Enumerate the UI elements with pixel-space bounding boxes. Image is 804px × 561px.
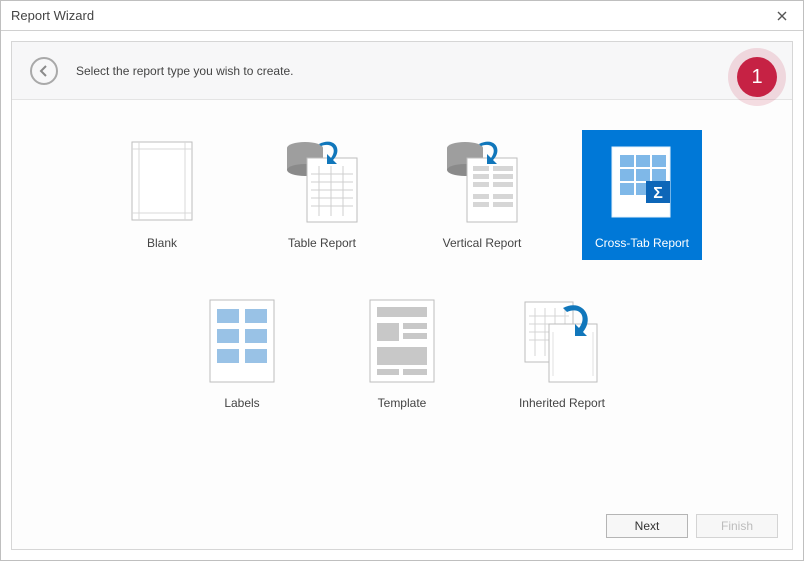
page-subtitle: Select the report type you wish to creat… (76, 64, 293, 78)
vertical-report-icon (427, 136, 537, 226)
tile-template[interactable]: Template (342, 290, 462, 420)
tile-label: Cross-Tab Report (595, 236, 689, 250)
back-button[interactable] (30, 57, 58, 85)
tile-label: Vertical Report (443, 236, 522, 250)
tile-label: Labels (224, 396, 259, 410)
tile-row-1: Blank (52, 130, 752, 260)
tile-label: Template (378, 396, 427, 410)
template-icon (347, 296, 457, 386)
annotation-badge: 1 (728, 48, 786, 106)
arrow-left-icon (37, 64, 51, 78)
inherited-report-icon (507, 296, 617, 386)
footer: Next Finish (12, 503, 792, 549)
tiles-area: Blank (12, 100, 792, 503)
annotation-number: 1 (737, 57, 777, 97)
labels-icon (187, 296, 297, 386)
next-button[interactable]: Next (606, 514, 688, 538)
tile-label: Table Report (288, 236, 356, 250)
titlebar: Report Wizard (1, 1, 803, 31)
content-frame: Select the report type you wish to creat… (11, 41, 793, 550)
tile-inherited-report[interactable]: Inherited Report (502, 290, 622, 420)
tile-labels[interactable]: Labels (182, 290, 302, 420)
close-icon[interactable] (771, 5, 793, 27)
tile-blank[interactable]: Blank (102, 130, 222, 260)
blank-report-icon (107, 136, 217, 226)
svg-text:Σ: Σ (653, 185, 663, 202)
tile-vertical-report[interactable]: Vertical Report (422, 130, 542, 260)
tile-row-2: Labels (52, 290, 752, 420)
finish-button: Finish (696, 514, 778, 538)
table-report-icon (267, 136, 377, 226)
tile-label: Blank (147, 236, 177, 250)
wizard-window: Report Wizard Select the report type you… (0, 0, 804, 561)
header-row: Select the report type you wish to creat… (12, 42, 792, 100)
tile-table-report[interactable]: Table Report (262, 130, 382, 260)
tile-crosstab-report[interactable]: Σ Cross-Tab Report (582, 130, 702, 260)
tile-label: Inherited Report (519, 396, 605, 410)
crosstab-report-icon: Σ (587, 136, 697, 226)
window-title: Report Wizard (11, 8, 771, 23)
